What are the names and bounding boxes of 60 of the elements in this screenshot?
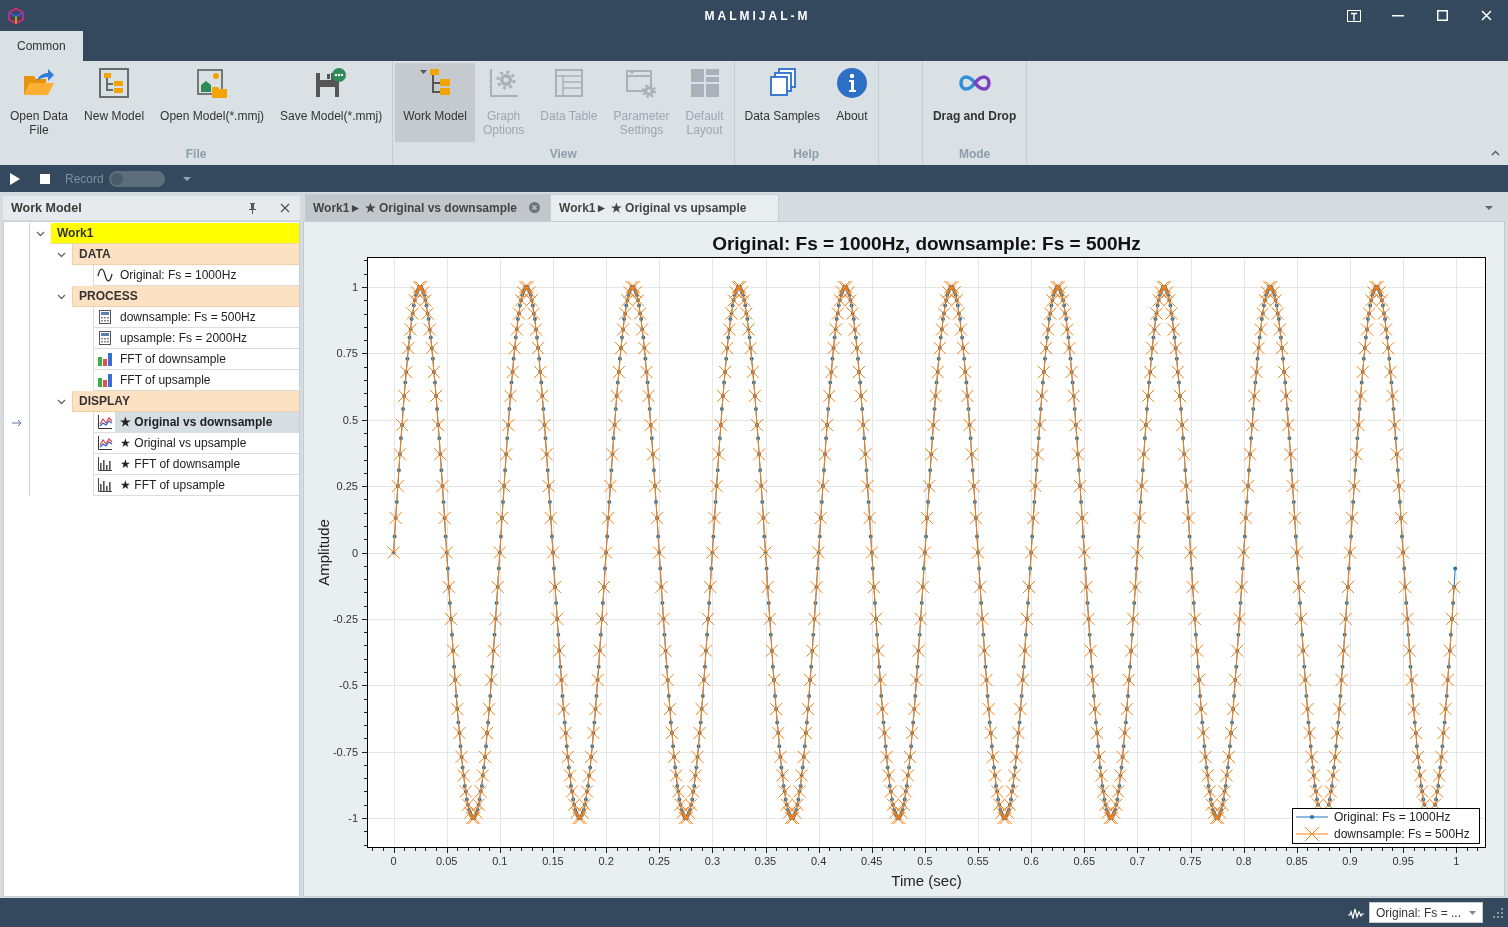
group-label: File [185, 145, 207, 163]
bar-chart-icon [96, 372, 113, 388]
ribbon-button[interactable]: Open Data File [2, 63, 77, 142]
panel-title: Work Model [11, 199, 82, 217]
ribbon-button[interactable]: Save Model(*.mmj) [272, 63, 391, 142]
calculator-icon [96, 309, 113, 325]
line-chart-icon [96, 435, 113, 451]
info-icon [835, 67, 868, 99]
window-gear-icon [625, 67, 658, 99]
calculator-icon [96, 330, 113, 346]
ribbon-button[interactable]: Open Model(*.mmj) [152, 63, 273, 142]
waveform-icon [1348, 906, 1364, 919]
chevron-down-icon[interactable] [57, 251, 66, 258]
tree-diagram-icon [98, 67, 131, 99]
signal-dropdown[interactable]: Original: Fs = ... [1369, 902, 1483, 923]
histogram-icon [96, 477, 113, 493]
tree-item[interactable]: DISPLAY [72, 391, 299, 412]
chevron-down-icon[interactable] [57, 293, 66, 300]
table-icon [552, 67, 585, 99]
caret-down-icon[interactable] [1485, 205, 1493, 210]
document-tab[interactable]: Work1► ★ Original vs downsample [305, 194, 551, 221]
ribbon-tab[interactable]: Common [0, 31, 83, 61]
ribbon-button[interactable]: Data Samples [736, 63, 828, 142]
arrow-right-icon [11, 418, 22, 427]
ribbon-button[interactable]: About [827, 63, 876, 142]
layout-grid-icon [688, 67, 721, 99]
line-chart-icon [96, 414, 113, 430]
close-circle-icon[interactable] [529, 202, 541, 213]
pin-box-icon[interactable] [1347, 9, 1361, 22]
tree-item[interactable]: DATA [72, 244, 299, 265]
chevron-down-icon[interactable] [57, 398, 66, 405]
window-title: MALMIJAL-M [704, 7, 811, 25]
record-label: Record [65, 170, 104, 188]
group-label: View [549, 145, 577, 163]
pin-icon[interactable] [248, 202, 257, 214]
floppy-disk-icon [315, 67, 348, 99]
picture-folder-icon [196, 67, 229, 99]
group-label: Mode [958, 145, 991, 163]
chevron-down-icon[interactable] [36, 230, 45, 237]
sine-wave-icon [96, 267, 113, 283]
chevron-up-icon[interactable] [1491, 150, 1500, 156]
ribbon-button[interactable]: Work Model [395, 63, 475, 142]
maximize-icon[interactable] [1436, 10, 1448, 21]
chart-gear-icon [487, 67, 520, 99]
resize-grip-icon[interactable] [1493, 907, 1503, 918]
ribbon-button[interactable]: New Model [76, 63, 153, 142]
tree-item[interactable]: Work1 [51, 223, 299, 244]
bar-chart-icon [96, 351, 113, 367]
group-label: Help [793, 145, 820, 163]
caret-down-icon [1469, 910, 1476, 915]
close-icon[interactable] [280, 203, 290, 213]
caret-down-icon[interactable] [182, 176, 191, 181]
minimize-icon[interactable] [1392, 14, 1404, 17]
ribbon-button[interactable]: Drag and Drop [924, 63, 1025, 142]
play-icon[interactable] [10, 172, 20, 185]
stop-icon[interactable] [40, 173, 50, 184]
cube-logo-icon [7, 6, 25, 25]
tree-item[interactable]: PROCESS [72, 286, 299, 307]
histogram-icon [96, 456, 113, 472]
document-tab[interactable]: Work1► ★ Original vs upsample [550, 194, 780, 221]
